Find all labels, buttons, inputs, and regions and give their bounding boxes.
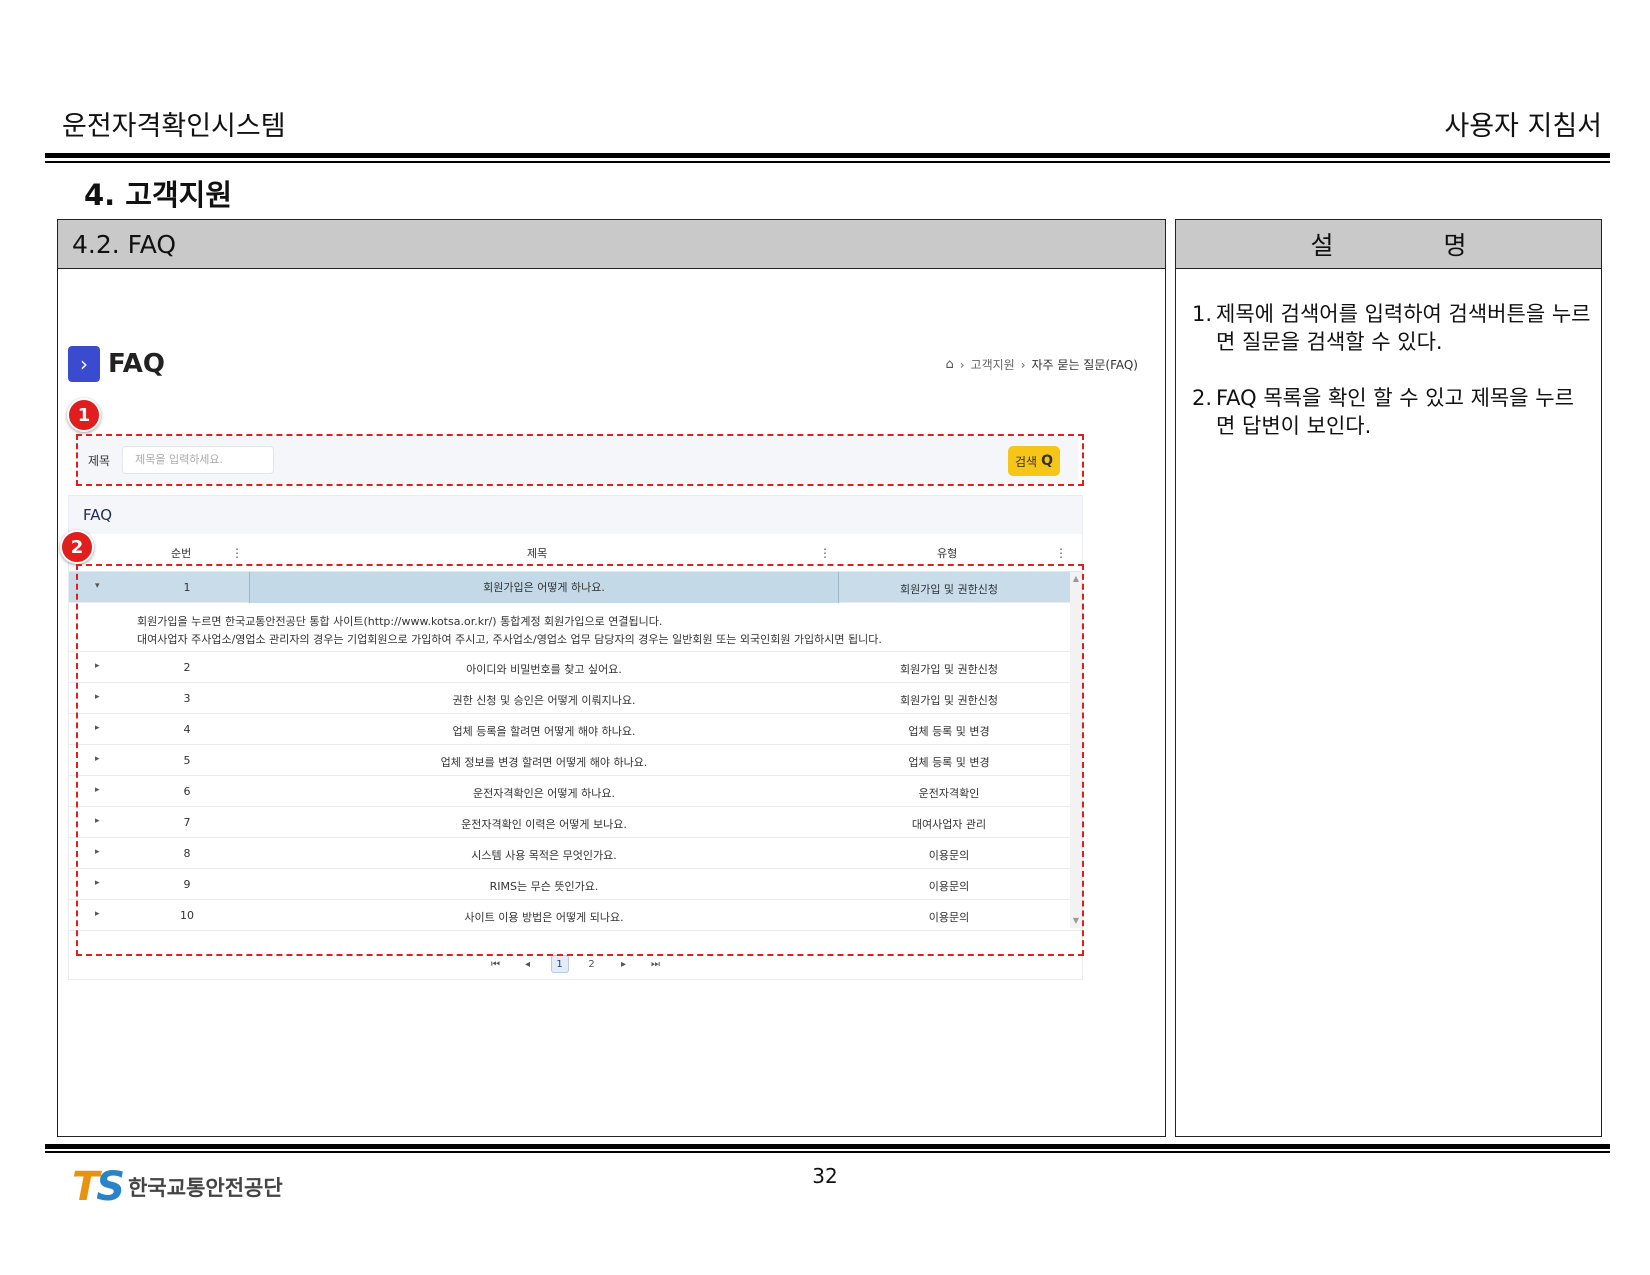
column-menu-icon[interactable]: ⋮ <box>1055 546 1067 560</box>
description-item-text: 제목에 검색어를 입력하여 검색버튼을 누르면 질문을 검색할 수 있다. <box>1216 302 1591 354</box>
breadcrumb-customer-support[interactable]: 고객지원 <box>971 356 1015 373</box>
search-bar: 제목 제목을 입력하세요. 검색 Q <box>78 436 1078 484</box>
first-page-icon[interactable]: ⏮ <box>487 955 505 973</box>
column-header-title[interactable]: 제목 <box>527 545 547 561</box>
grid-title: FAQ <box>69 496 1082 534</box>
document-type: 사용자 지침서 <box>1444 111 1602 142</box>
page-button-2[interactable]: 2 <box>583 955 601 973</box>
faq-list-highlight <box>76 564 1084 956</box>
search-button-label: 검색 <box>1015 454 1038 469</box>
description-panel: 설 명 1. 제목에 검색어를 입력하여 검색버튼을 누르면 질문을 검색할 수… <box>1175 219 1602 1137</box>
logo-text: 한국교통안전공단 <box>128 1176 283 1200</box>
annotation-marker-1: 1 <box>67 398 101 432</box>
page-button-1[interactable]: 1 <box>550 955 569 973</box>
kotsa-logo: TS 한국교통안전공단 <box>72 1164 283 1210</box>
description-item: 2. FAQ 목록을 확인 할 수 있고 제목을 누르면 답변이 보인다. <box>1192 384 1591 440</box>
header-rule <box>45 153 1610 158</box>
breadcrumb-separator: › <box>1020 357 1026 372</box>
ts-logo-icon: TS <box>72 1164 125 1210</box>
section-title: 4. 고객지원 <box>84 178 233 212</box>
breadcrumb: ⌂ › 고객지원 › 자주 묻는 질문(FAQ) <box>945 356 1138 373</box>
description-list: 1. 제목에 검색어를 입력하여 검색버튼을 누르면 질문을 검색할 수 있다.… <box>1192 300 1591 468</box>
search-button[interactable]: 검색 Q <box>1008 446 1060 476</box>
screenshot-panel-title: 4.2. FAQ <box>58 220 1165 269</box>
screenshot-panel: 4.2. FAQ › FAQ ⌂ › 고객지원 › 자주 묻는 질문(FAQ) … <box>57 219 1166 1137</box>
last-page-icon[interactable]: ⏭ <box>647 955 665 973</box>
description-heading-part: 명 <box>1443 231 1467 260</box>
footer-rule-thin <box>45 1151 1610 1153</box>
search-icon: Q <box>1041 453 1053 469</box>
search-label: 제목 <box>88 453 111 468</box>
faq-page-title: FAQ <box>108 349 166 379</box>
breadcrumb-separator: › <box>959 357 965 372</box>
description-heading-part: 설 <box>1310 231 1334 260</box>
description-item: 1. 제목에 검색어를 입력하여 검색버튼을 누르면 질문을 검색할 수 있다. <box>1192 300 1591 356</box>
home-icon[interactable]: ⌂ <box>945 357 953 372</box>
embedded-screenshot: › FAQ ⌂ › 고객지원 › 자주 묻는 질문(FAQ) 1 제목 제목을 … <box>60 290 1158 980</box>
footer-rule <box>45 1144 1610 1149</box>
column-menu-icon[interactable]: ⋮ <box>231 546 243 560</box>
faq-page-heading: › FAQ <box>68 346 165 382</box>
description-item-number: 2. <box>1192 386 1213 410</box>
column-header-type[interactable]: 유형 <box>937 545 957 561</box>
chevron-right-icon: › <box>68 346 100 382</box>
annotation-marker-2: 2 <box>60 530 94 564</box>
description-item-number: 1. <box>1192 302 1213 326</box>
column-header-num[interactable]: 순번 <box>171 545 191 561</box>
prev-page-icon[interactable]: ◂ <box>519 955 537 973</box>
description-panel-header: 설 명 <box>1176 220 1601 269</box>
next-page-icon[interactable]: ▸ <box>615 955 633 973</box>
system-name: 운전자격확인시스템 <box>62 111 286 142</box>
description-item-text: FAQ 목록을 확인 할 수 있고 제목을 누르면 답변이 보인다. <box>1216 386 1574 438</box>
header-rule-thin <box>45 161 1610 163</box>
breadcrumb-faq: 자주 묻는 질문(FAQ) <box>1031 358 1138 372</box>
search-input[interactable]: 제목을 입력하세요. <box>122 446 275 474</box>
column-menu-icon[interactable]: ⋮ <box>819 546 831 560</box>
